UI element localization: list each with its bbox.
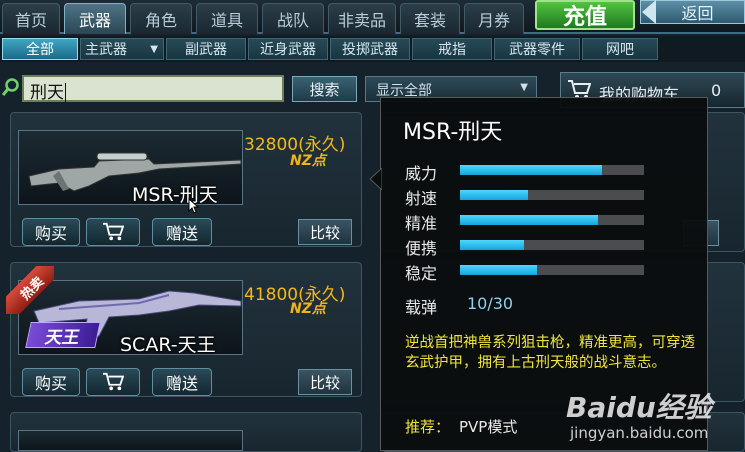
stat-bar-fill [460, 265, 538, 275]
tooltip-pointer-icon [369, 168, 382, 190]
stat-label: 射速 [405, 189, 438, 208]
weapon-name: MSR-刑天 [132, 184, 218, 206]
cart-count: 0 [711, 81, 722, 100]
back-arrow-icon [642, 0, 656, 24]
tab-sets[interactable]: 套装 [400, 3, 460, 34]
stat-label: 威力 [405, 164, 438, 183]
subtab-throwing[interactable]: 投掷武器 [330, 38, 410, 60]
hot-sale-ribbon: 热卖 [6, 266, 54, 314]
stat-bar [460, 165, 644, 175]
cart-icon [103, 222, 124, 241]
charge-button[interactable]: 充值 [535, 0, 635, 30]
stat-bar-fill [460, 190, 529, 200]
gift-button[interactable]: 赠送 [152, 218, 212, 246]
weapon-image [18, 430, 243, 451]
watermark-url: jingyan.baidu.com [570, 424, 709, 442]
subtab-primary-label: 主武器 [85, 42, 127, 58]
tab-characters[interactable]: 角色 [130, 3, 192, 34]
ammo-label: 载弹 [405, 298, 438, 317]
chevron-down-icon: ▼ [520, 82, 528, 93]
stat-label: 精准 [405, 214, 438, 233]
recommend-label: 推荐： [405, 418, 451, 436]
baidu-watermark: Baidu经验 jingyan.baidu.com [560, 386, 745, 451]
currency-label: NZ点 [290, 301, 326, 317]
buy-button[interactable]: 购买 [22, 218, 80, 246]
tab-monthly[interactable]: 月券 [464, 3, 524, 34]
subtab-primary[interactable]: 主武器 ▼ [80, 38, 164, 60]
stat-bar-fill [460, 240, 525, 250]
series-tag: 天王 [25, 322, 101, 348]
add-to-cart-button[interactable] [86, 368, 140, 396]
tab-home[interactable]: 首页 [2, 3, 60, 34]
compare-button[interactable]: 比较 [298, 369, 352, 395]
weapon-description: 逆战首把神兽系列狙击枪，精准更高，可穿透玄武护甲，拥有上古刑天般的战斗意志。 [405, 335, 695, 371]
compare-button[interactable]: 比较 [298, 219, 352, 245]
subtab-parts[interactable]: 武器零件 [494, 38, 580, 60]
stat-bar [460, 190, 644, 200]
stat-bar-fill [460, 215, 598, 225]
stat-label: 稳定 [405, 264, 438, 283]
mouse-cursor-icon [188, 198, 200, 214]
tab-weapons[interactable]: 武器 [64, 3, 126, 34]
subtab-rings[interactable]: 戒指 [412, 38, 492, 60]
stat-label: 便携 [405, 239, 438, 258]
stat-bar [460, 265, 644, 275]
cart-icon [103, 372, 124, 391]
subtab-all[interactable]: 全部 [2, 38, 78, 60]
series-tag-label: 天王 [43, 327, 82, 348]
subtab-melee[interactable]: 近身武器 [248, 38, 328, 60]
subtab-netcafe[interactable]: 网吧 [582, 38, 658, 60]
buy-button[interactable]: 购买 [22, 368, 80, 396]
stat-bar [460, 240, 644, 250]
weapon-name: SCAR-天王 [120, 334, 216, 356]
gift-button[interactable]: 赠送 [152, 368, 212, 396]
tooltip-title: MSR-刑天 [403, 120, 503, 145]
ammo-value: 10/30 [467, 294, 514, 313]
chevron-down-icon: ▼ [150, 43, 158, 55]
tab-non-sale[interactable]: 非卖品 [328, 3, 396, 34]
subtab-secondary[interactable]: 副武器 [166, 38, 246, 60]
search-input-value: 刑天 [30, 83, 64, 103]
search-icon [2, 78, 19, 96]
stat-bar-fill [460, 165, 602, 175]
watermark-brand: Baidu经验 [566, 391, 712, 424]
stat-bar [460, 215, 644, 225]
tab-team[interactable]: 战队 [262, 3, 324, 34]
hot-sale-label: 热卖 [6, 266, 54, 314]
tab-items[interactable]: 道具 [196, 3, 258, 34]
search-button[interactable]: 搜索 [292, 76, 357, 102]
recommend-value: PVP模式 [459, 418, 518, 436]
currency-label: NZ点 [290, 153, 326, 169]
add-to-cart-button[interactable] [86, 218, 140, 246]
search-input[interactable]: 刑天 [22, 75, 284, 103]
